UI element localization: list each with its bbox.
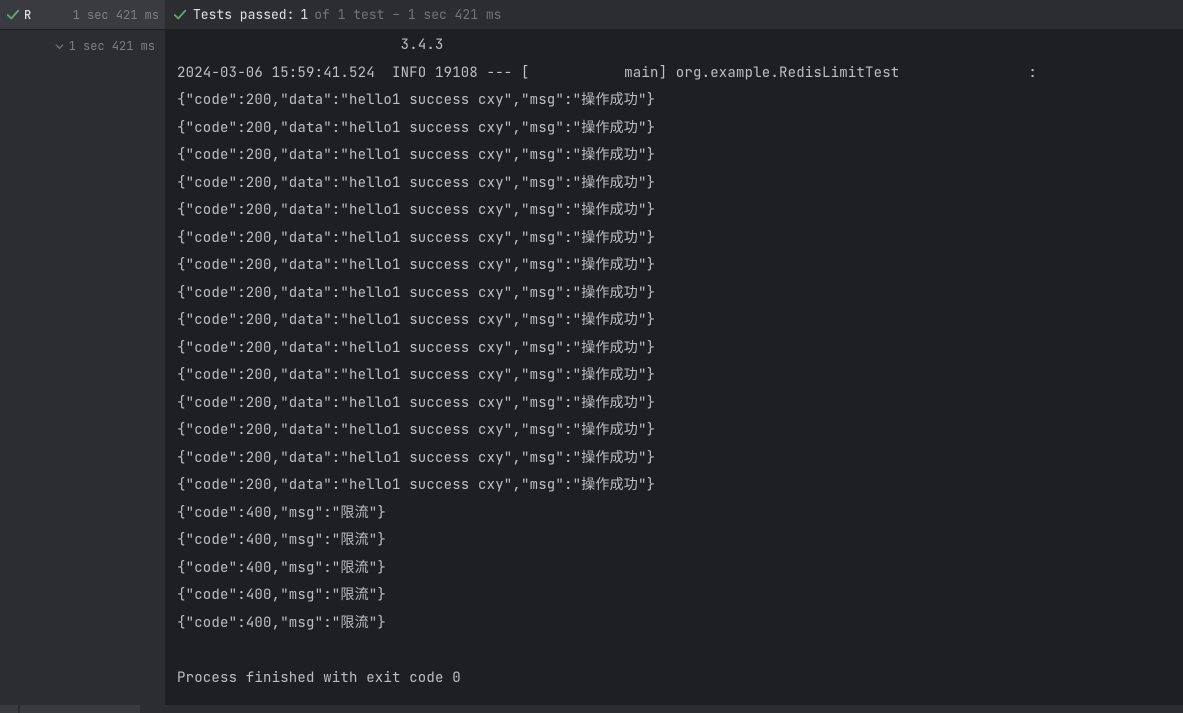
tree-header[interactable]: R 1 sec 421 ms xyxy=(0,0,165,29)
console-line: {"code":200,"data":"hello1 success cxy",… xyxy=(177,225,1183,253)
tool-segment[interactable] xyxy=(20,705,140,713)
console-line: {"code":200,"data":"hello1 success cxy",… xyxy=(177,280,1183,308)
console-line: 3.4.3 xyxy=(177,32,1183,60)
console-line: {"code":400,"msg":"限流"} xyxy=(177,610,1183,638)
console-line: {"code":200,"data":"hello1 success cxy",… xyxy=(177,390,1183,418)
console-line: {"code":200,"data":"hello1 success cxy",… xyxy=(177,417,1183,445)
console-line: {"code":200,"data":"hello1 success cxy",… xyxy=(177,142,1183,170)
check-icon xyxy=(173,8,187,22)
console-line: {"code":400,"msg":"限流"} xyxy=(177,582,1183,610)
console-line: {"code":200,"data":"hello1 success cxy",… xyxy=(177,307,1183,335)
tree-item-time: 1 sec 421 ms xyxy=(69,38,155,54)
console-line: {"code":200,"data":"hello1 success cxy",… xyxy=(177,445,1183,473)
console-line: {"code":400,"msg":"限流"} xyxy=(177,527,1183,555)
console-line: {"code":200,"data":"hello1 success cxy",… xyxy=(177,472,1183,500)
console-line: {"code":200,"data":"hello1 success cxy",… xyxy=(177,362,1183,390)
console-line: {"code":200,"data":"hello1 success cxy",… xyxy=(177,115,1183,143)
main-area: 1 sec 421 ms 3.4.32024-03-06 15:59:41.52… xyxy=(0,30,1183,705)
results-header: Tests passed: 1 of 1 test – 1 sec 421 ms xyxy=(165,0,1183,29)
tree-item[interactable]: 1 sec 421 ms xyxy=(0,34,165,58)
test-root-name: R xyxy=(24,7,31,23)
chevron-down-icon xyxy=(55,42,64,51)
console-line: {"code":400,"msg":"限流"} xyxy=(177,555,1183,583)
console-line: Process finished with exit code 0 xyxy=(177,665,1183,693)
test-root-time: 1 sec 421 ms xyxy=(73,7,159,23)
console-line: {"code":200,"data":"hello1 success cxy",… xyxy=(177,197,1183,225)
console-output[interactable]: 3.4.32024-03-06 15:59:41.524 INFO 19108 … xyxy=(165,30,1183,705)
console-line: {"code":200,"data":"hello1 success cxy",… xyxy=(177,252,1183,280)
console-line: {"code":400,"msg":"限流"} xyxy=(177,500,1183,528)
test-tree-panel[interactable]: 1 sec 421 ms xyxy=(0,30,165,705)
tool-segment[interactable] xyxy=(0,705,18,713)
check-icon xyxy=(6,8,20,22)
console-line: {"code":200,"data":"hello1 success cxy",… xyxy=(177,170,1183,198)
bottom-strip xyxy=(0,705,1183,713)
tests-passed-count: 1 xyxy=(300,6,308,23)
console-line xyxy=(177,637,1183,665)
console-line: {"code":200,"data":"hello1 success cxy",… xyxy=(177,87,1183,115)
tests-passed-label: Tests passed: xyxy=(193,6,294,23)
console-line: {"code":200,"data":"hello1 success cxy",… xyxy=(177,335,1183,363)
console-line: 2024-03-06 15:59:41.524 INFO 19108 --- [… xyxy=(177,60,1183,88)
top-bar: R 1 sec 421 ms Tests passed: 1 of 1 test… xyxy=(0,0,1183,30)
tests-passed-rest: of 1 test – 1 sec 421 ms xyxy=(314,6,501,23)
